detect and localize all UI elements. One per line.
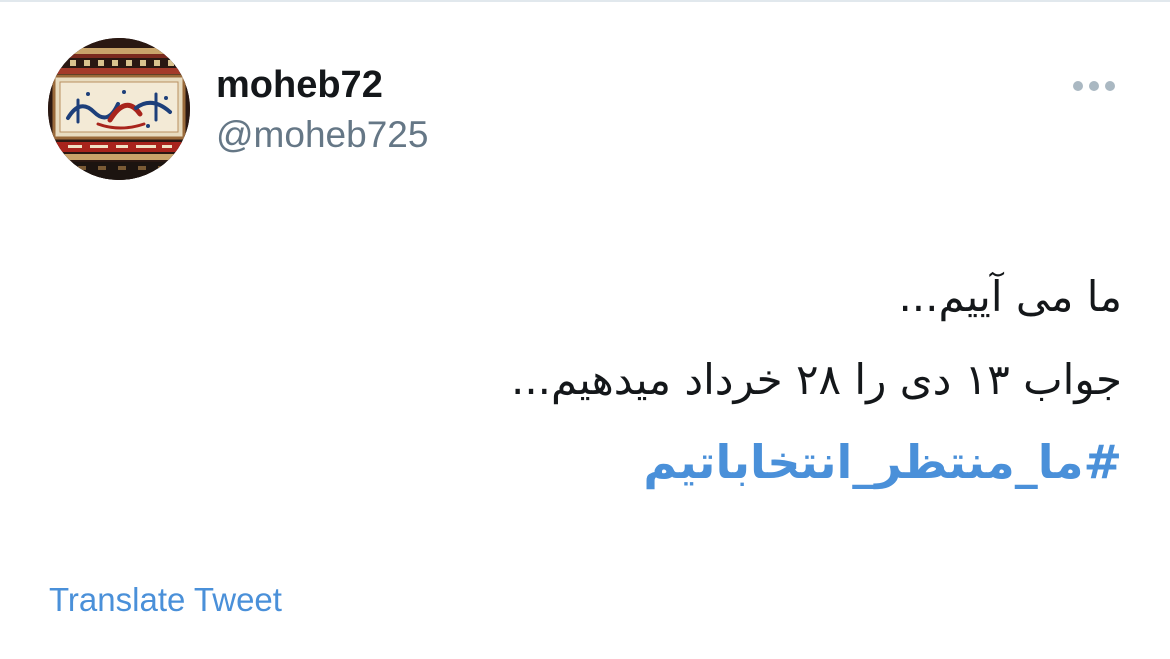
tweet-text: ما می آییم... جواب ۱۳ دی را ۲۸ خرداد مید… [122, 255, 1122, 505]
more-options-button[interactable] [1066, 70, 1122, 102]
tweet-line-1: ما می آییم... [898, 272, 1122, 321]
more-dots-icon [1073, 81, 1115, 91]
calligraphy-carpet-avatar-icon [48, 38, 190, 180]
hashtag-link[interactable]: #ما_منتظر_انتخاباتیم [643, 421, 1122, 504]
tweet-line-2: جواب ۱۳ دی را ۲۸ خرداد میدهیم... [510, 355, 1122, 404]
user-handle[interactable]: @moheb725 [216, 112, 428, 158]
avatar[interactable] [48, 38, 190, 180]
top-divider [0, 0, 1170, 2]
display-name[interactable]: moheb72 [216, 62, 383, 108]
translate-tweet-link[interactable]: Translate Tweet [49, 579, 282, 621]
